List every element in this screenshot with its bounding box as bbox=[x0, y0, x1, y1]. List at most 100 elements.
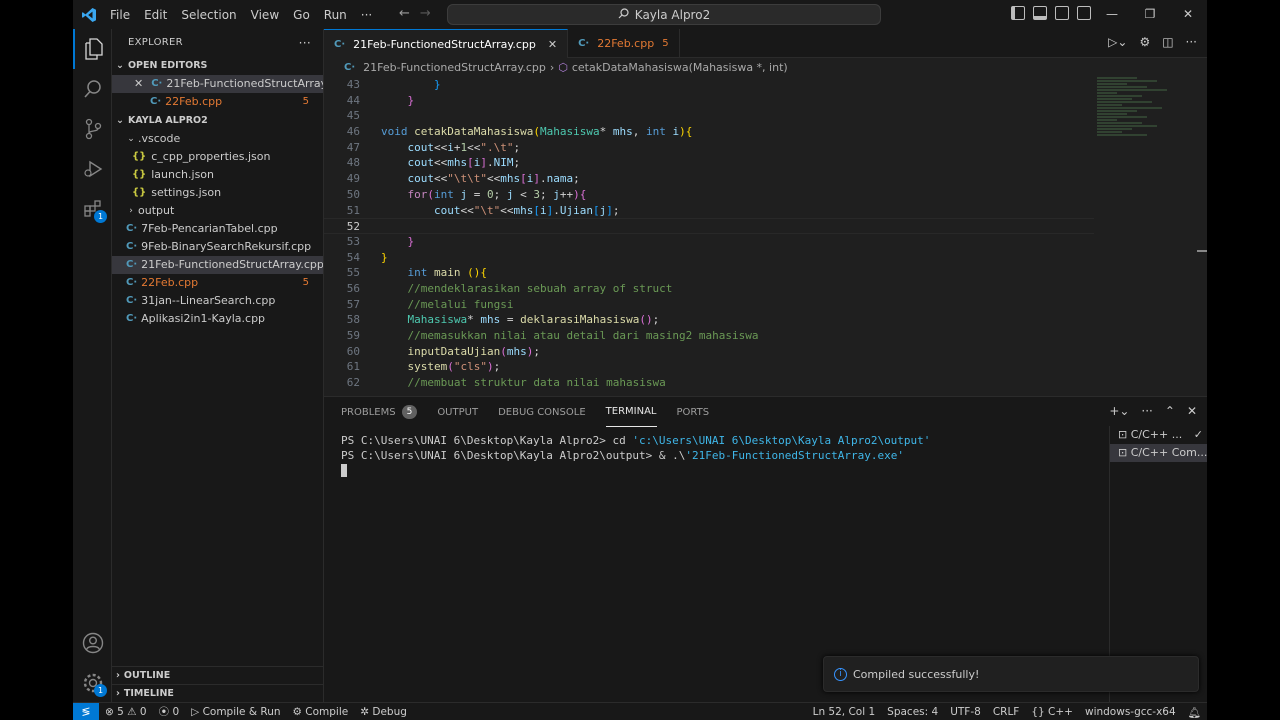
terminal-instance[interactable]: ⊡ C/C++ Com... bbox=[1110, 444, 1207, 462]
folder-header[interactable]: ⌄ KAYLA ALPRO2 bbox=[112, 112, 323, 130]
cursor-position[interactable]: Ln 52, Col 1 bbox=[807, 706, 882, 718]
tab-terminal[interactable]: TERMINAL bbox=[605, 397, 657, 427]
compile-button[interactable]: ⚙ Compile bbox=[287, 706, 355, 718]
debug-button[interactable]: ✲ Debug bbox=[354, 706, 413, 718]
settings-gear-icon[interactable]: ⚙ bbox=[1139, 35, 1150, 49]
close-window-icon[interactable]: ✕ bbox=[1169, 0, 1207, 29]
minimap[interactable] bbox=[1097, 77, 1187, 207]
indentation[interactable]: Spaces: 4 bbox=[881, 706, 944, 718]
file-item[interactable]: {} launch.json bbox=[112, 166, 323, 184]
run-debug-icon[interactable] bbox=[73, 149, 112, 189]
tab-21feb[interactable]: C· 21Feb-FunctionedStructArray.cpp ✕ bbox=[324, 29, 569, 58]
forward-arrow-icon[interactable]: → bbox=[420, 6, 431, 21]
json-file-icon: {} bbox=[132, 151, 147, 162]
accounts-icon[interactable] bbox=[73, 623, 112, 663]
minimize-icon[interactable]: — bbox=[1093, 0, 1131, 29]
back-arrow-icon[interactable]: ← bbox=[399, 6, 410, 21]
close-icon[interactable]: ✕ bbox=[134, 75, 143, 93]
compile-run-button[interactable]: ▷ Compile & Run bbox=[185, 706, 286, 718]
outline-header[interactable]: › OUTLINE bbox=[112, 666, 324, 684]
file-item[interactable]: {} settings.json bbox=[112, 184, 323, 202]
encoding[interactable]: UTF-8 bbox=[944, 706, 987, 718]
breadcrumb-symbol[interactable]: cetakDataMahasiswa(Mahasiswa *, int) bbox=[572, 58, 788, 77]
file-item[interactable]: C· 9Feb-BinarySearchRekursif.cpp bbox=[112, 238, 323, 256]
folder-item-output[interactable]: › output bbox=[112, 202, 323, 220]
menu-go[interactable]: Go bbox=[286, 8, 317, 22]
manage-gear-icon[interactable]: 1 bbox=[73, 663, 112, 703]
timeline-header[interactable]: › TIMELINE bbox=[112, 684, 324, 702]
remote-indicator-icon[interactable]: ≶ bbox=[73, 702, 99, 720]
cpp-configuration[interactable]: windows-gcc-x64 bbox=[1079, 706, 1182, 718]
open-editor-label: 22Feb.cpp bbox=[165, 95, 223, 108]
menu-view[interactable]: View bbox=[244, 8, 286, 22]
line-number: 46 bbox=[346, 125, 360, 139]
code-editor[interactable]: 43 } 44 } 45 46 void cetakDataMahasiswa(M… bbox=[324, 77, 1094, 396]
scrollbar-marker bbox=[1197, 250, 1207, 252]
file-item[interactable]: C· 31jan--LinearSearch.cpp bbox=[112, 292, 323, 310]
more-actions-icon[interactable]: ··· bbox=[1186, 35, 1197, 49]
code-line-current: 52 bbox=[324, 218, 1094, 234]
toggle-panel-icon[interactable] bbox=[1033, 6, 1047, 20]
code-line: 55 int main (){ bbox=[324, 265, 1094, 281]
new-terminal-icon[interactable]: +⌄ bbox=[1109, 404, 1129, 418]
line-number: 55 bbox=[346, 266, 360, 280]
more-actions-icon[interactable]: ··· bbox=[1141, 404, 1152, 418]
menu-selection[interactable]: Selection bbox=[174, 8, 243, 22]
source-control-icon[interactable] bbox=[73, 109, 112, 149]
restore-icon[interactable]: ❐ bbox=[1131, 0, 1169, 29]
toggle-primary-sidebar-icon[interactable] bbox=[1011, 6, 1025, 20]
split-editor-icon[interactable]: ◫ bbox=[1162, 35, 1173, 49]
file-label: settings.json bbox=[151, 186, 222, 199]
menu-edit[interactable]: Edit bbox=[137, 8, 174, 22]
file-label: 7Feb-PencarianTabel.cpp bbox=[141, 222, 278, 235]
command-center[interactable]: Kayla Alpro2 bbox=[447, 4, 881, 25]
open-editor-item[interactable]: ✕ C· 21Feb-FunctionedStructArray.c... bbox=[112, 75, 323, 93]
end-of-line[interactable]: CRLF bbox=[987, 706, 1026, 718]
file-item[interactable]: C· 22Feb.cpp 5 bbox=[112, 274, 323, 292]
menu-file[interactable]: File bbox=[103, 8, 137, 22]
menu-run[interactable]: Run bbox=[317, 8, 354, 22]
debug-label: Debug bbox=[372, 705, 407, 718]
search-view-icon[interactable] bbox=[73, 69, 112, 109]
tab-debug-console[interactable]: DEBUG CONSOLE bbox=[498, 397, 586, 427]
breadcrumb-file[interactable]: 21Feb-FunctionedStructArray.cpp bbox=[363, 58, 546, 77]
terminal-instance[interactable]: ⊡ C/C++ ... ✓ bbox=[1110, 426, 1207, 444]
close-tab-icon[interactable]: ✕ bbox=[548, 38, 557, 51]
language-mode[interactable]: {} C++ bbox=[1025, 706, 1079, 718]
line-number: 47 bbox=[346, 140, 360, 154]
run-file-icon[interactable]: ▷⌄ bbox=[1108, 35, 1127, 49]
close-panel-icon[interactable]: ✕ bbox=[1187, 404, 1197, 418]
menu-more[interactable]: ··· bbox=[354, 8, 379, 22]
file-item[interactable]: C· 21Feb-FunctionedStructArray.cpp bbox=[112, 256, 323, 274]
file-item[interactable]: {} c_cpp_properties.json bbox=[112, 148, 323, 166]
tab-output[interactable]: OUTPUT bbox=[437, 397, 478, 427]
tab-22feb[interactable]: C· 22Feb.cpp 5 bbox=[568, 29, 680, 58]
folder-item-vscode[interactable]: ⌄ .vscode bbox=[112, 130, 323, 148]
tab-ports[interactable]: PORTS bbox=[677, 397, 710, 427]
customize-layout-icon[interactable] bbox=[1077, 6, 1091, 20]
extensions-icon[interactable]: 1 bbox=[73, 189, 112, 229]
notification-toast[interactable]: i Compiled successfully! bbox=[823, 656, 1199, 692]
open-editor-item[interactable]: C· 22Feb.cpp 5 bbox=[112, 93, 323, 111]
chevron-right-icon: › bbox=[116, 687, 120, 699]
terminal-output[interactable]: PS C:\Users\UNAI 6\Desktop\Kayla Alpro2>… bbox=[341, 434, 1101, 478]
explorer-icon[interactable] bbox=[73, 29, 112, 69]
maximize-panel-icon[interactable]: ⌃ bbox=[1165, 404, 1175, 418]
problems-status[interactable]: ⊗ 5 ⚠ 0 bbox=[99, 706, 153, 718]
file-item[interactable]: C· 7Feb-PencarianTabel.cpp bbox=[112, 220, 323, 238]
ports-status[interactable]: ⦿ 0 bbox=[153, 704, 186, 719]
editor-actions: ▷⌄ ⚙ ◫ ··· bbox=[1108, 35, 1197, 49]
line-number: 53 bbox=[346, 234, 360, 248]
chevron-right-icon: › bbox=[116, 669, 120, 681]
tab-problem-count: 5 bbox=[662, 38, 669, 49]
toggle-secondary-sidebar-icon[interactable] bbox=[1055, 6, 1069, 20]
code-line: 56 //mendeklarasikan sebuah array of str… bbox=[324, 281, 1094, 297]
tab-label: DEBUG CONSOLE bbox=[498, 406, 586, 418]
bell-icon[interactable]: 🔔︎ bbox=[1182, 706, 1207, 719]
more-actions-icon[interactable]: ··· bbox=[299, 29, 311, 57]
terminal-command: & .\ bbox=[658, 448, 686, 462]
open-editors-header[interactable]: ⌄ OPEN EDITORS bbox=[112, 57, 323, 75]
chevron-down-icon: ⌄ bbox=[116, 60, 124, 71]
tab-problems[interactable]: PROBLEMS 5 bbox=[341, 397, 418, 427]
file-item[interactable]: C· Aplikasi2in1-Kayla.cpp bbox=[112, 310, 323, 328]
